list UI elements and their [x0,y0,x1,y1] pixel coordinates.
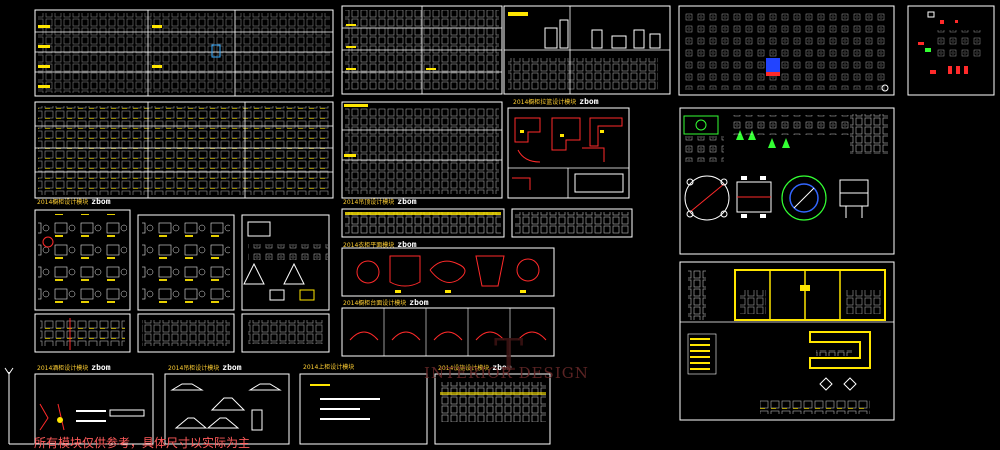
watermark-text: INTERIOR DESIGN [424,364,589,382]
panel-corner-designs [507,107,630,199]
panel-door-elevations [341,101,503,199]
panel-dining-layouts [679,107,895,255]
panel-small-cabinets [34,313,330,353]
panel-title-hood: 2014橱柜拉篮设计模块 zbom [513,97,599,107]
panel-wall-cabinets [341,5,503,95]
panel-title-kitchen: 2014橱柜设计模块 zbom [37,197,111,207]
panel-legend [907,5,995,96]
bottom-note: 所有模块仅供参考，具体尺寸以实际为主 [34,436,251,450]
panel-title-wine: 2014酒柜设计模块 zbom [37,363,111,373]
ucs-axis-icon [4,367,34,445]
panel-cabinet-elevations-a [34,9,334,97]
panel-floor-plan [679,261,895,421]
panel-facilities [434,373,551,445]
panel-title-sink: 2014吊顶设计模块 zbom [343,197,417,207]
panel-sink-hob [34,209,330,311]
panel-cabinet-elevations-b [34,101,334,199]
panel-range-hoods [164,373,290,445]
panel-title-wardrobe: 2014衣柜平面模块 zbom [343,240,417,250]
panel-wine-cabinet [34,373,154,445]
panel-curved-counters [341,247,555,297]
panel-title-countertop: 2014橱柜台面设计模块 zbom [343,298,429,308]
panel-title-upper: 2014上柜设计模块 [303,364,355,371]
panel-hardware [341,208,633,238]
panel-appliances [678,5,895,96]
panel-tall-cabinets [503,5,671,95]
panel-upper-cabinets [299,373,428,445]
panel-title-hoods: 2014吊柜设计模块 zbom [168,363,242,373]
